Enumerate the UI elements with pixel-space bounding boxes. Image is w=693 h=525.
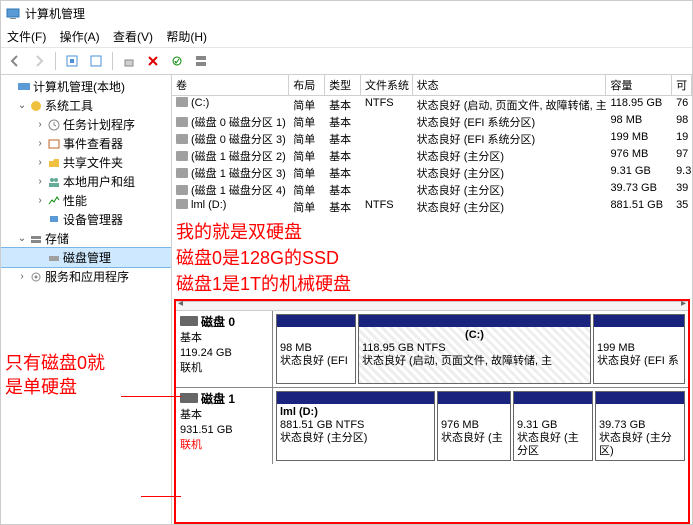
col-filesystem[interactable]: 文件系统: [361, 75, 413, 95]
disk1-partition-2[interactable]: 976 MB状态良好 (主: [437, 391, 511, 461]
tree-root[interactable]: 计算机管理(本地): [1, 77, 171, 96]
volume-row[interactable]: (磁盘 1 磁盘分区 3)简单基本状态良好 (主分区)9.31 GB9.3: [172, 164, 692, 181]
col-type[interactable]: 类型: [325, 75, 361, 95]
annotation-arrow-2: [141, 496, 181, 497]
menu-action[interactable]: 操作(A): [60, 30, 100, 44]
tree-task-scheduler[interactable]: ›任务计划程序: [1, 115, 171, 134]
properties-button[interactable]: [119, 51, 139, 71]
disk-icon: [180, 393, 198, 403]
splitter[interactable]: [176, 301, 688, 311]
disk1-partition-4[interactable]: 39.73 GB状态良好 (主分区): [595, 391, 685, 461]
disk1-partition-3[interactable]: 9.31 GB状态良好 (主分区: [513, 391, 593, 461]
window-title: 计算机管理: [25, 3, 85, 25]
nav-tree: 计算机管理(本地) ⌄系统工具 ›任务计划程序 ›事件查看器 ›共享文件夹 ›本…: [1, 75, 172, 525]
disk-1-info: 磁盘 1 基本 931.51 GB 联机: [176, 388, 273, 464]
tree-disk-management[interactable]: 磁盘管理: [1, 248, 171, 267]
volume-row[interactable]: lml (D:)简单基本NTFS状态良好 (主分区)881.51 GB35: [172, 198, 692, 215]
col-capacity[interactable]: 容量: [606, 75, 672, 95]
tree-local-users[interactable]: ›本地用户和组: [1, 172, 171, 191]
col-volume[interactable]: 卷: [172, 75, 289, 95]
tree-device-manager[interactable]: 设备管理器: [1, 210, 171, 229]
menu-view[interactable]: 查看(V): [113, 30, 153, 44]
tree-shared-folders[interactable]: ›共享文件夹: [1, 153, 171, 172]
col-layout[interactable]: 布局: [289, 75, 325, 95]
disk0-partition-1[interactable]: 98 MB状态良好 (EFI: [276, 314, 356, 384]
volume-row[interactable]: (磁盘 1 磁盘分区 2)简单基本状态良好 (主分区)976 MB97: [172, 147, 692, 164]
tree-storage[interactable]: ⌄存储: [1, 229, 171, 248]
volume-row[interactable]: (C:)简单基本NTFS状态良好 (启动, 页面文件, 故障转储, 主分区)11…: [172, 96, 692, 113]
toolbar: [1, 48, 692, 75]
refresh-button[interactable]: [86, 51, 106, 71]
disk1-partition-d[interactable]: lml (D:)881.51 GB NTFS状态良好 (主分区): [276, 391, 435, 461]
titlebar: 计算机管理: [1, 1, 692, 27]
up-button[interactable]: [62, 51, 82, 71]
annotation-arrow-1: [121, 396, 181, 397]
disk0-partition-c[interactable]: (C:)118.95 GB NTFS状态良好 (启动, 页面文件, 故障转储, …: [358, 314, 591, 384]
menubar: 文件(F) 操作(A) 查看(V) 帮助(H): [1, 27, 692, 48]
volume-list-header: 卷 布局 类型 文件系统 状态 容量 可: [172, 75, 692, 96]
layout-button[interactable]: [191, 51, 211, 71]
annotation-main: 我的就是双硬盘 磁盘0是128G的SSD 磁盘1是1T的机械硬盘: [172, 215, 692, 297]
annotation-side: 只有磁盘0就 是单硬盘: [5, 351, 165, 399]
disk-layout-panel: 磁盘 0 基本 119.24 GB 联机 98 MB状态良好 (EFI (C:)…: [174, 299, 690, 524]
volume-row[interactable]: (磁盘 0 磁盘分区 3)简单基本状态良好 (EFI 系统分区)199 MB19: [172, 130, 692, 147]
computer-management-window: 计算机管理 文件(F) 操作(A) 查看(V) 帮助(H) 计算机管理(本地) …: [0, 0, 693, 525]
disk-icon: [180, 316, 198, 326]
menu-file[interactable]: 文件(F): [7, 30, 46, 44]
main-panel: 卷 布局 类型 文件系统 状态 容量 可 (C:)简单基本NTFS状态良好 (启…: [172, 75, 692, 525]
options-button[interactable]: [167, 51, 187, 71]
tree-system-tools[interactable]: ⌄系统工具: [1, 96, 171, 115]
volume-list[interactable]: (C:)简单基本NTFS状态良好 (启动, 页面文件, 故障转储, 主分区)11…: [172, 96, 692, 215]
disk0-partition-3[interactable]: 199 MB状态良好 (EFI 系: [593, 314, 685, 384]
disk-0-row[interactable]: 磁盘 0 基本 119.24 GB 联机 98 MB状态良好 (EFI (C:)…: [176, 311, 688, 388]
forward-button[interactable]: [29, 51, 49, 71]
tree-event-viewer[interactable]: ›事件查看器: [1, 134, 171, 153]
app-icon: [5, 6, 21, 22]
col-free[interactable]: 可: [672, 75, 692, 95]
delete-button[interactable]: [143, 51, 163, 71]
disk-0-info: 磁盘 0 基本 119.24 GB 联机: [176, 311, 273, 387]
back-button[interactable]: [5, 51, 25, 71]
volume-row[interactable]: (磁盘 0 磁盘分区 1)简单基本状态良好 (EFI 系统分区)98 MB98: [172, 113, 692, 130]
menu-help[interactable]: 帮助(H): [166, 30, 207, 44]
disk-1-row[interactable]: 磁盘 1 基本 931.51 GB 联机 lml (D:)881.51 GB N…: [176, 388, 688, 464]
tree-performance[interactable]: ›性能: [1, 191, 171, 210]
tree-services[interactable]: ›服务和应用程序: [1, 267, 171, 286]
volume-row[interactable]: (磁盘 1 磁盘分区 4)简单基本状态良好 (主分区)39.73 GB39: [172, 181, 692, 198]
col-status[interactable]: 状态: [413, 75, 607, 95]
